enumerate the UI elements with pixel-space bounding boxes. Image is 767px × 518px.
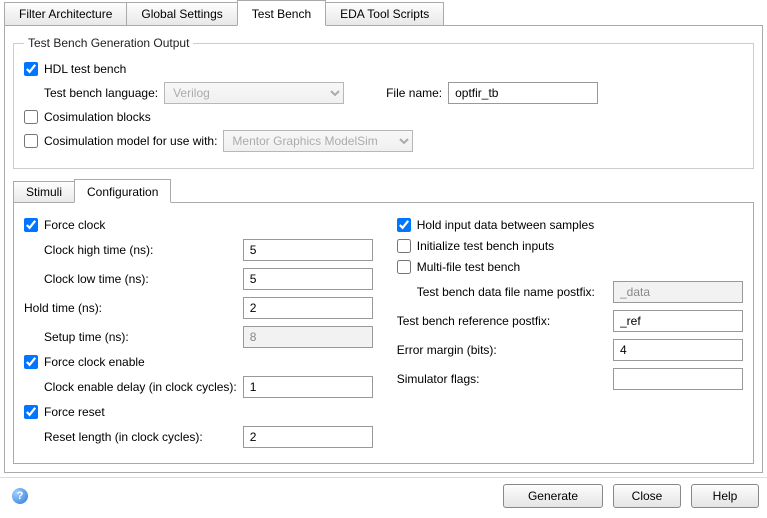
data-postfix-input [613,281,743,303]
button-bar: ? Generate Close Help [0,477,767,516]
hold-input-data-text: Hold input data between samples [417,218,594,232]
reset-length-label: Reset length (in clock cycles): [44,430,203,444]
tab-configuration[interactable]: Configuration [74,179,171,203]
force-reset-checkbox-label[interactable]: Force reset [24,405,105,419]
config-right-column: Hold input data between samples Initiali… [397,211,743,455]
multi-file-checkbox[interactable] [397,260,411,274]
force-clock-checkbox-label[interactable]: Force clock [24,218,105,232]
generation-output-group: Test Bench Generation Output HDL test be… [13,36,754,169]
multi-file-text: Multi-file test bench [417,260,520,274]
tab-eda-tool-scripts[interactable]: EDA Tool Scripts [325,2,444,25]
force-clock-enable-checkbox-label[interactable]: Force clock enable [24,355,145,369]
tb-language-select[interactable]: Verilog [164,82,344,104]
hold-time-input[interactable] [243,297,373,319]
sim-flags-label: Simulator flags: [397,372,607,386]
clock-enable-delay-label: Clock enable delay (in clock cycles): [44,380,237,394]
tab-test-bench[interactable]: Test Bench [237,0,326,26]
main-tab-bar: Filter Architecture Global Settings Test… [4,0,763,26]
tab-filter-architecture[interactable]: Filter Architecture [4,2,127,25]
init-inputs-text: Initialize test bench inputs [417,239,554,253]
init-inputs-checkbox[interactable] [397,239,411,253]
group-legend: Test Bench Generation Output [24,36,193,50]
error-margin-input[interactable] [613,339,743,361]
clock-high-label: Clock high time (ns): [44,243,153,257]
config-left-column: Force clock Clock high time (ns): Clock … [24,211,373,455]
tb-language-label: Test bench language: [44,86,158,100]
hold-time-label: Hold time (ns): [24,301,102,315]
help-icon[interactable]: ? [12,488,28,504]
tab-global-settings[interactable]: Global Settings [126,2,237,25]
error-margin-label: Error margin (bits): [397,343,607,357]
file-name-label: File name: [386,86,442,100]
file-name-input[interactable] [448,82,598,104]
sim-flags-input[interactable] [613,368,743,390]
hold-input-data-checkbox[interactable] [397,218,411,232]
force-reset-text: Force reset [44,405,105,419]
hdl-test-bench-checkbox[interactable] [24,62,38,76]
force-clock-enable-text: Force clock enable [44,355,145,369]
cosim-model-checkbox[interactable] [24,134,38,148]
clock-high-input[interactable] [243,239,373,261]
generate-button[interactable]: Generate [503,484,603,508]
help-button[interactable]: Help [691,484,759,508]
configuration-panel: Force clock Clock high time (ns): Clock … [13,202,754,464]
setup-time-label: Setup time (ns): [44,330,129,344]
cosim-model-text: Cosimulation model for use with: [44,134,217,148]
clock-low-label: Clock low time (ns): [44,272,149,286]
clock-low-input[interactable] [243,268,373,290]
hold-input-data-checkbox-label[interactable]: Hold input data between samples [397,218,594,232]
cosim-model-checkbox-label[interactable]: Cosimulation model for use with: [24,134,217,148]
cosim-blocks-checkbox[interactable] [24,110,38,124]
cosim-model-select[interactable]: Mentor Graphics ModelSim [223,130,413,152]
hdl-test-bench-checkbox-label[interactable]: HDL test bench [24,62,126,76]
tab-stimuli[interactable]: Stimuli [13,181,75,202]
cosim-blocks-text: Cosimulation blocks [44,110,151,124]
sub-tab-bar: Stimuli Configuration [13,179,754,202]
force-clock-checkbox[interactable] [24,218,38,232]
setup-time-input [243,326,373,348]
data-postfix-label: Test bench data file name postfix: [417,285,607,299]
reset-length-input[interactable] [243,426,373,448]
ref-postfix-label: Test bench reference postfix: [397,314,607,328]
test-bench-panel: Test Bench Generation Output HDL test be… [4,26,763,473]
close-button[interactable]: Close [613,484,681,508]
force-clock-text: Force clock [44,218,105,232]
ref-postfix-input[interactable] [613,310,743,332]
force-clock-enable-checkbox[interactable] [24,355,38,369]
clock-enable-delay-input[interactable] [243,376,373,398]
force-reset-checkbox[interactable] [24,405,38,419]
hdl-test-bench-text: HDL test bench [44,62,126,76]
cosim-blocks-checkbox-label[interactable]: Cosimulation blocks [24,110,151,124]
multi-file-checkbox-label[interactable]: Multi-file test bench [397,260,520,274]
init-inputs-checkbox-label[interactable]: Initialize test bench inputs [397,239,554,253]
